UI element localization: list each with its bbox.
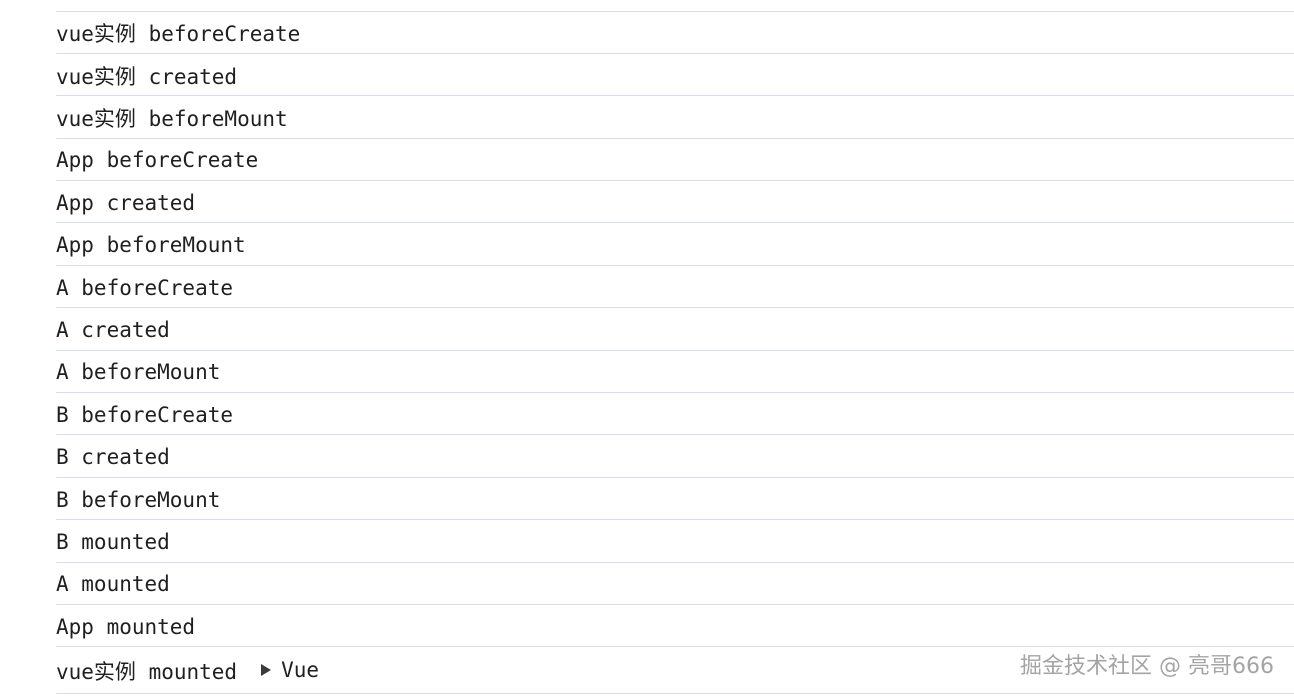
log-message: App mounted	[56, 614, 196, 639]
log-message: A mounted	[56, 572, 170, 597]
object-preview-label[interactable]: Vue	[281, 658, 319, 682]
log-message: B mounted	[56, 529, 170, 554]
site-watermark: 掘金技术社区 @ 亮哥666	[1020, 654, 1274, 679]
log-message: A beforeCreate	[56, 275, 234, 300]
log-message: B beforeCreate	[56, 402, 234, 427]
log-message: vue实例 created	[56, 64, 238, 89]
log-row: A mounted	[56, 563, 1294, 606]
log-message: vue实例 beforeCreate	[56, 22, 301, 47]
log-row: vue实例 beforeCreate	[56, 12, 1294, 54]
log-message: B beforeMount	[56, 487, 221, 512]
log-row: App beforeMount	[56, 224, 1294, 266]
log-row: App mounted	[56, 605, 1294, 648]
log-row: A beforeCreate	[56, 266, 1294, 309]
log-message: vue实例 beforeMount	[56, 106, 288, 131]
log-message: App beforeMount	[56, 233, 246, 258]
log-row: App beforeCreate	[56, 139, 1294, 182]
log-message: App beforeCreate	[56, 148, 259, 173]
log-row: vue实例 beforeMount	[56, 96, 1294, 139]
log-row: A beforeMount	[56, 351, 1294, 394]
log-message: vue实例 mounted	[56, 660, 238, 684]
log-row: B beforeMount	[56, 478, 1294, 521]
log-message: B created	[56, 445, 170, 470]
expand-triangle-icon[interactable]	[261, 664, 272, 676]
log-row: B created	[56, 436, 1294, 478]
console-log-panel: vue实例 beforeCreate vue实例 created vue实例 b…	[56, 0, 1294, 698]
expand-object-toggle[interactable]: Vue	[261, 658, 319, 682]
log-row: B mounted	[56, 520, 1294, 563]
log-row: vue实例 created	[56, 54, 1294, 97]
clipped-log-row	[56, 0, 1294, 12]
log-message: A beforeMount	[56, 360, 221, 385]
log-message: A created	[56, 317, 170, 342]
log-row: B beforeCreate	[56, 393, 1294, 436]
log-row: App created	[56, 181, 1294, 224]
log-row: A created	[56, 308, 1294, 351]
log-message: App created	[56, 190, 196, 215]
